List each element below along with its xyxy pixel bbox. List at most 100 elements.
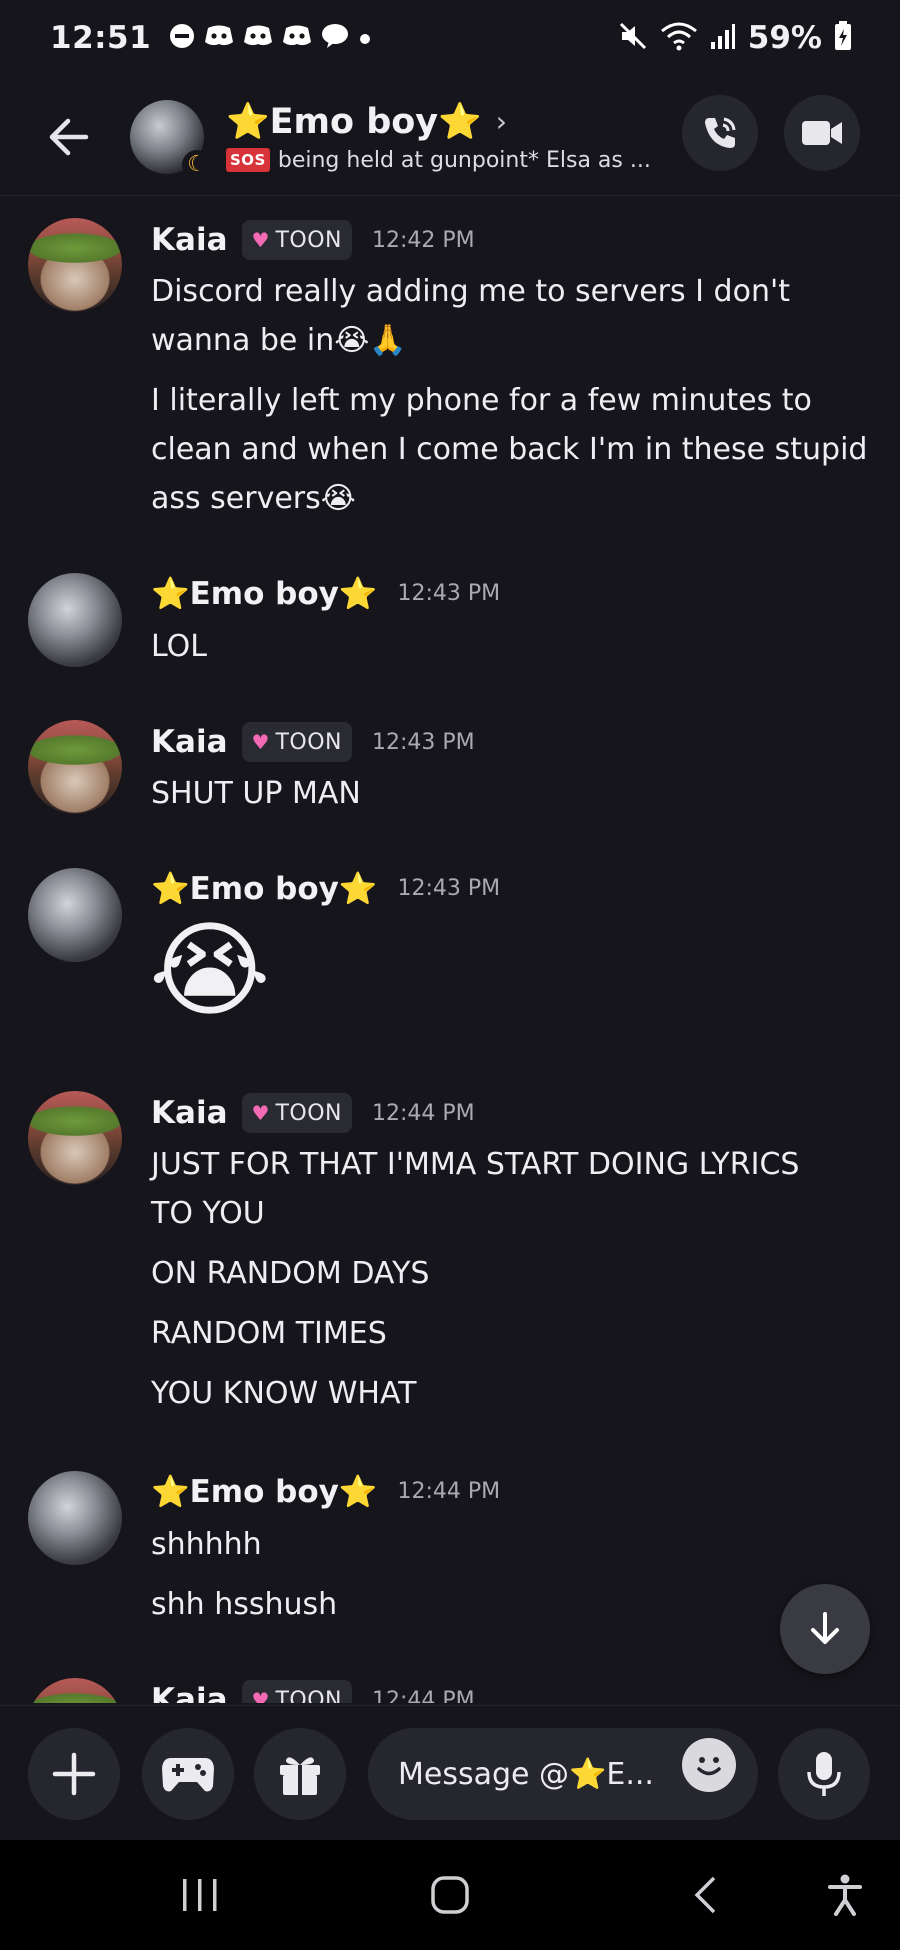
header-username: ⭐Emo boy⭐ — [226, 101, 482, 142]
message-text[interactable]: shh hsshush — [151, 1585, 337, 1624]
do-not-disturb-icon — [169, 23, 195, 54]
gamepad-icon — [162, 1758, 214, 1792]
timestamp: 12:44 PM — [371, 1100, 475, 1126]
message-text[interactable]: Discord really adding me to servers I do… — [151, 272, 790, 311]
clan-tag[interactable]: ♥ TOON — [241, 1680, 352, 1704]
video-call-button[interactable] — [784, 95, 860, 171]
sos-emoji: SOS — [226, 148, 270, 172]
notification-icons — [169, 23, 372, 54]
clan-tag-label: TOON — [275, 227, 342, 253]
discord-icon — [204, 24, 234, 53]
message-text[interactable]: wanna be in😭🙏 — [151, 321, 407, 360]
message-header: ⭐Emo boy⭐ 12:43 PM — [151, 575, 500, 612]
author-name[interactable]: ⭐Emo boy⭐ — [151, 870, 377, 907]
avatar[interactable] — [28, 720, 122, 814]
message-header: ⭐Emo boy⭐ 12:44 PM — [151, 1473, 500, 1510]
accessibility-button[interactable] — [825, 1870, 865, 1920]
timestamp: 12:43 PM — [371, 729, 475, 755]
message-text[interactable]: YOU KNOW WHAT — [151, 1374, 416, 1413]
recent-apps-button[interactable] — [175, 1870, 225, 1920]
activities-button[interactable] — [142, 1728, 234, 1820]
clan-tag[interactable]: ♥ TOON — [241, 220, 352, 260]
avatar[interactable] — [28, 1678, 122, 1703]
clan-tag[interactable]: ♥ TOON — [241, 722, 352, 762]
voice-call-button[interactable] — [682, 95, 758, 171]
avatar[interactable] — [28, 1091, 122, 1185]
recents-icon — [183, 1879, 217, 1911]
author-name[interactable]: Kaia — [151, 724, 228, 760]
timestamp: 12:44 PM — [371, 1687, 475, 1704]
system-nav-bar — [0, 1840, 900, 1950]
author-name[interactable]: Kaia — [151, 222, 228, 258]
message-text[interactable]: clean and when I come back I'm in these … — [151, 430, 867, 469]
home-button[interactable] — [425, 1870, 475, 1920]
message-header: Kaia ♥ TOON 12:44 PM — [151, 1680, 475, 1703]
home-icon — [431, 1876, 469, 1914]
message-text[interactable]: TO YOU — [151, 1194, 265, 1233]
message-text[interactable]: ON RANDOM DAYS — [151, 1254, 429, 1293]
clan-tag[interactable]: ♥ TOON — [241, 1093, 352, 1133]
jump-to-present-button[interactable] — [780, 1584, 870, 1674]
back-button[interactable] — [36, 105, 100, 169]
chat-bubble-icon — [321, 23, 349, 54]
smiley-icon — [697, 1757, 721, 1776]
dot-icon — [358, 25, 372, 51]
message-text[interactable]: shhhhh — [151, 1525, 262, 1564]
message-text[interactable]: LOL — [151, 627, 207, 666]
message-text[interactable]: RANDOM TIMES — [151, 1314, 387, 1353]
message-input-placeholder: Message @⭐E... — [398, 1756, 654, 1792]
avatar[interactable] — [28, 573, 122, 667]
gift-button[interactable] — [254, 1728, 346, 1820]
heart-icon: ♥ — [251, 1688, 270, 1703]
wifi-icon — [660, 21, 698, 55]
author-name[interactable]: ⭐Emo boy⭐ — [151, 1473, 377, 1510]
phone-icon — [705, 117, 736, 148]
message-text[interactable]: I literally left my phone for a few minu… — [151, 381, 812, 420]
timestamp: 12:44 PM — [397, 1479, 501, 1504]
heart-icon: ♥ — [251, 1101, 270, 1125]
heart-icon: ♥ — [251, 228, 270, 252]
author-name[interactable]: Kaia — [151, 1682, 228, 1703]
message-text[interactable]: JUST FOR THAT I'MMA START DOING LYRICS — [151, 1145, 799, 1184]
avatar[interactable] — [28, 868, 122, 962]
accessibility-icon — [828, 1874, 862, 1916]
microphone-icon — [807, 1752, 841, 1796]
voice-message-button[interactable] — [778, 1728, 870, 1820]
clan-tag-label: TOON — [275, 1687, 342, 1704]
message-header: Kaia ♥ TOON 12:42 PM — [151, 220, 475, 260]
discord-icon — [282, 24, 312, 53]
message-text[interactable]: SHUT UP MAN — [151, 774, 361, 813]
header-profile[interactable]: ⭐Emo boy⭐ › SOS being held at gunpoint* … — [226, 101, 656, 173]
clan-tag-label: TOON — [275, 1100, 342, 1126]
heart-icon: ♥ — [251, 730, 270, 754]
message-text[interactable]: ass servers😭 — [151, 479, 356, 518]
arrow-left-icon — [49, 118, 89, 155]
timestamp: 12:42 PM — [371, 227, 475, 253]
mute-icon — [618, 21, 648, 55]
idle-moon-icon: ☾ — [182, 149, 212, 180]
gift-icon — [280, 1757, 320, 1795]
author-name[interactable]: ⭐Emo boy⭐ — [151, 575, 377, 612]
back-nav-button[interactable] — [680, 1870, 730, 1920]
header-avatar[interactable]: ☾ — [130, 99, 212, 180]
message-header: Kaia ♥ TOON 12:43 PM — [151, 722, 475, 762]
message-header: ⭐Emo boy⭐ 12:43 PM — [151, 870, 500, 907]
discord-icon — [243, 24, 273, 53]
clan-tag-label: TOON — [275, 729, 342, 755]
chevron-right-icon: › — [495, 104, 507, 138]
avatar[interactable] — [28, 1471, 122, 1565]
plus-icon — [52, 1752, 96, 1796]
custom-status: being held at gunpoint* Elsa as ... — [277, 147, 651, 173]
message-list[interactable]: Kaia ♥ TOON 12:42 PM Discord really addi… — [0, 198, 900, 1703]
video-camera-icon — [802, 121, 842, 145]
avatar[interactable] — [28, 218, 122, 312]
author-name[interactable]: Kaia — [151, 1095, 228, 1131]
signal-icon — [710, 22, 736, 54]
attach-button[interactable] — [28, 1728, 120, 1820]
system-indicators: 59% — [618, 20, 852, 56]
jumbo-emoji[interactable]: 😭 — [149, 918, 271, 1022]
emoji-button[interactable] — [682, 1738, 736, 1792]
status-bar: 12:51 59% — [0, 0, 900, 76]
timestamp: 12:43 PM — [397, 876, 501, 901]
battery-level: 59% — [747, 20, 822, 56]
